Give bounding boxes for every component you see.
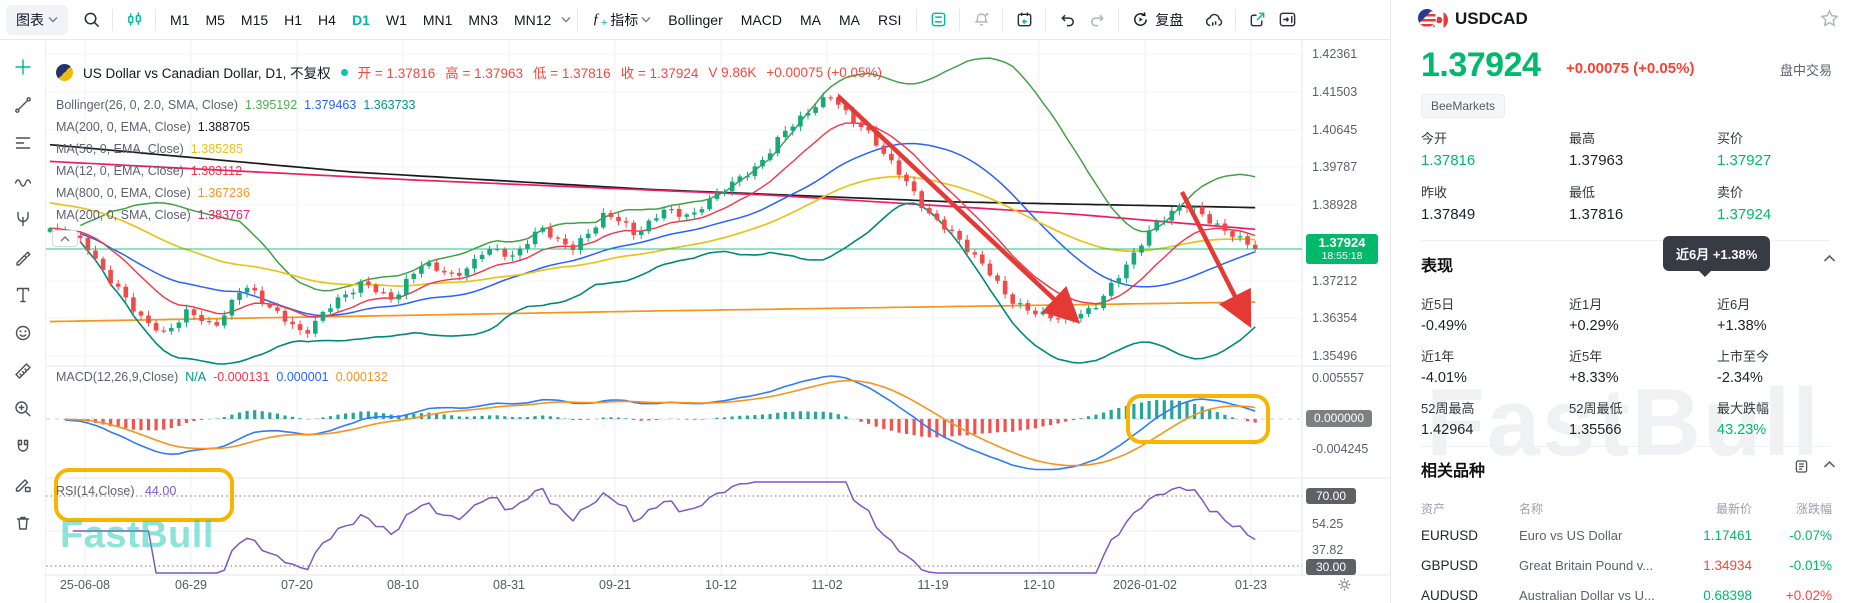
symbol-flags [1417,8,1451,30]
stat-卖价: 卖价1.37924 [1717,182,1771,223]
trading-terminal: US Dollar vs Canadian Dollar, D1, 不复权 开 … [0,0,1856,603]
related-section-title: 相关品种 [1421,457,1485,481]
timeframes-more-chevron-icon[interactable] [561,16,571,23]
timeframe-mn1[interactable]: MN1 [415,1,461,39]
stat-今开: 今开1.37816 [1421,128,1475,169]
economic-calendar-icon[interactable] [1009,5,1039,35]
ruler-tool-icon[interactable] [6,354,40,388]
performance-近5年: 近5年+8.33% [1569,346,1619,386]
performance-52周最高: 52周最高1.42964 [1421,398,1474,438]
search-icon[interactable] [76,5,106,35]
indicator-shortcut-ma-2[interactable]: MA [791,12,830,28]
pitchfork-tool-icon[interactable] [6,202,40,236]
stat-买价: 买价1.37927 [1717,128,1771,169]
session-status: 盘中交易 [1780,60,1832,79]
crosshair-tool-icon[interactable] [6,50,40,84]
wave-tool-icon[interactable] [6,164,40,198]
indicators-button[interactable]: ƒ+ 指标 [584,10,659,30]
brush-tool-icon[interactable] [6,240,40,274]
stat-最低: 最低1.37816 [1569,182,1623,223]
trash-tool-icon[interactable] [6,506,40,540]
text-tool-icon[interactable] [6,278,40,312]
stat-最高: 最高1.37963 [1569,128,1623,169]
performance-近6月: 近6月+1.38% [1717,294,1767,334]
timeframe-m5[interactable]: M5 [197,1,232,39]
performance-最大跌幅: 最大跌幅43.23% [1717,398,1769,438]
share-icon[interactable] [1242,5,1272,35]
cloud-upload-icon[interactable] [1199,5,1229,35]
panel-change: +0.00075 (+0.05%) [1566,60,1694,77]
panel-last-price: 1.37924 [1421,46,1540,85]
timeframe-h1[interactable]: H1 [276,1,310,39]
panel-symbol-title: USDCAD [1455,9,1528,29]
zoom-in-tool-icon[interactable] [6,392,40,426]
indicator-shortcut-ma-3[interactable]: MA [830,12,869,28]
indicator-shortcut-macd-1[interactable]: MACD [732,12,791,28]
chevron-down-icon [641,16,651,23]
related-list-icon[interactable] [1793,458,1810,475]
candlestick-style-icon[interactable] [119,5,149,35]
performance-tooltip: 近6月 +1.38% [1663,236,1770,271]
edit-lock-tool-icon[interactable] [6,468,40,502]
indicator-shortcut-rsi-4[interactable]: RSI [869,12,910,28]
timeframe-mn12[interactable]: MN12 [506,1,559,39]
timeframe-w1[interactable]: W1 [378,1,415,39]
performance-52周最低: 52周最低1.35566 [1569,398,1622,438]
timeframe-m15[interactable]: M15 [233,1,276,39]
stat-昨收: 昨收1.37849 [1421,182,1475,223]
timeframe-d1[interactable]: D1 [344,1,378,39]
performance-上市至今: 上市至今-2.34% [1717,346,1769,386]
timeframe-group: M1M5M15H1H4D1W1MN1MN3MN12 [162,1,559,39]
symbol-info-panel: FastBull USDCAD 1.37924 +0.00075 (+0.05%… [1390,0,1856,603]
emoji-tool-icon[interactable] [6,316,40,350]
top-toolbar: 图表 M1M5M15H1H4D1W1MN1MN3MN12 ƒ+ 指标 Bolli… [0,0,1390,40]
replay-button[interactable]: 复盘 [1125,10,1189,30]
favorite-star-icon[interactable] [1819,8,1840,29]
trendline-tool-icon[interactable] [6,88,40,122]
chart-menu-button[interactable]: 图表 [6,5,68,35]
performance-collapse-chevron-icon[interactable] [1823,254,1836,263]
performance-近1年: 近1年-4.01% [1421,346,1467,386]
magnet-tool-icon[interactable] [6,430,40,464]
performance-section-title: 表现 [1421,252,1453,276]
alert-bell-icon[interactable] [966,5,996,35]
redo-icon[interactable] [1082,5,1112,35]
timeframe-m1[interactable]: M1 [162,1,197,39]
performance-近5日: 近5日-0.49% [1421,294,1467,334]
broker-tag[interactable]: BeeMarkets [1421,94,1505,118]
timeframe-h4[interactable]: H4 [310,1,344,39]
indicator-shortcuts: BollingerMACDMAMARSI [659,12,910,28]
performance-近1月: 近1月+0.29% [1569,294,1619,334]
chevron-down-icon [48,16,58,23]
undo-icon[interactable] [1052,5,1082,35]
us-flag-icon [1417,8,1437,28]
collapse-panel-icon[interactable] [1272,5,1302,35]
drawing-tools-sidebar [0,40,46,603]
fibonacci-tool-icon[interactable] [6,126,40,160]
indicator-shortcut-bollinger-0[interactable]: Bollinger [659,12,731,28]
related-collapse-chevron-icon[interactable] [1823,460,1836,469]
layout-icon[interactable] [923,5,953,35]
timeframe-mn3[interactable]: MN3 [460,1,506,39]
legend-collapse-button[interactable] [52,230,78,247]
